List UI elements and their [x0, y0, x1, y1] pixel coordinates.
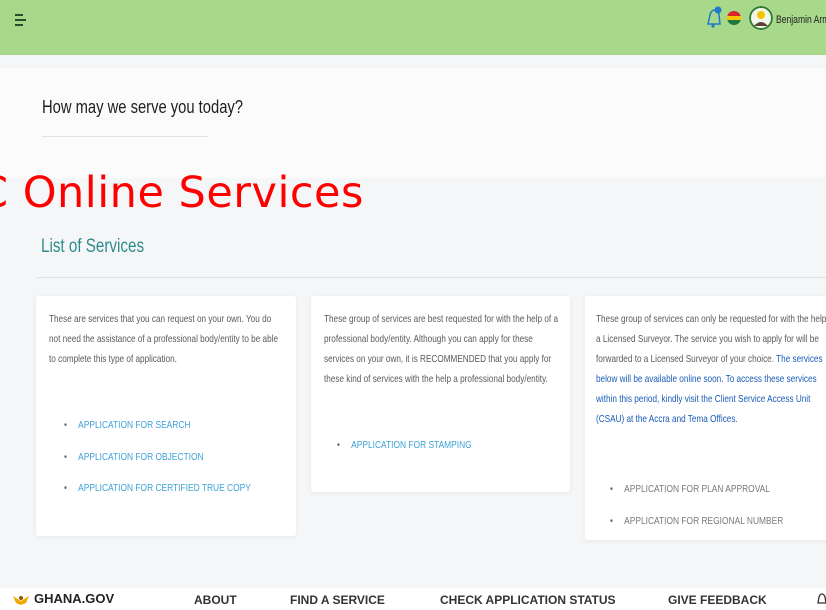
footer-bell-icon[interactable] [815, 591, 826, 607]
card-description: These group of services can only be requ… [596, 313, 826, 425]
ghana-gov-logo[interactable]: GHANA.GOV [12, 591, 114, 607]
footer-nav-check-status[interactable]: CHECK APPLICATION STATUS [440, 593, 616, 607]
user-avatar-icon[interactable] [749, 6, 773, 30]
footer-nav-about[interactable]: ABOUT [194, 593, 237, 607]
card-description: These are services that you can request … [49, 313, 279, 365]
service-link-stamping[interactable]: • APPLICATION FOR STAMPING [337, 439, 472, 451]
service-link-search[interactable]: • APPLICATION FOR SEARCH [64, 419, 190, 431]
notification-bell-icon[interactable] [703, 5, 725, 29]
footer-nav-feedback[interactable]: GIVE FEEDBACK [668, 593, 767, 607]
card-description: These group of services are best request… [324, 313, 559, 385]
footer-nav-find-service[interactable]: FIND A SERVICE [290, 593, 385, 607]
service-link-regional-number[interactable]: • APPLICATION FOR REGIONAL NUMBER [610, 515, 783, 527]
service-link-certified-copy[interactable]: • APPLICATION FOR CERTIFIED TRUE COPY [64, 482, 251, 494]
service-link-objection[interactable]: • APPLICATION FOR OBJECTION [64, 451, 204, 463]
service-link-plan-approval[interactable]: • APPLICATION FOR PLAN APPROVAL [610, 483, 770, 495]
section-title: List of Services [41, 236, 145, 257]
menu-icon[interactable] [15, 12, 29, 28]
overlay-title: C Online Services [0, 168, 364, 218]
divider [36, 277, 826, 278]
user-name[interactable]: Benjamin Arma [776, 14, 826, 26]
welcome-panel [0, 68, 826, 178]
eagle-logo-icon [13, 595, 29, 605]
page-heading: How may we serve you today? [42, 97, 243, 117]
divider [42, 136, 208, 137]
ghana-flag-icon[interactable] [727, 11, 741, 25]
